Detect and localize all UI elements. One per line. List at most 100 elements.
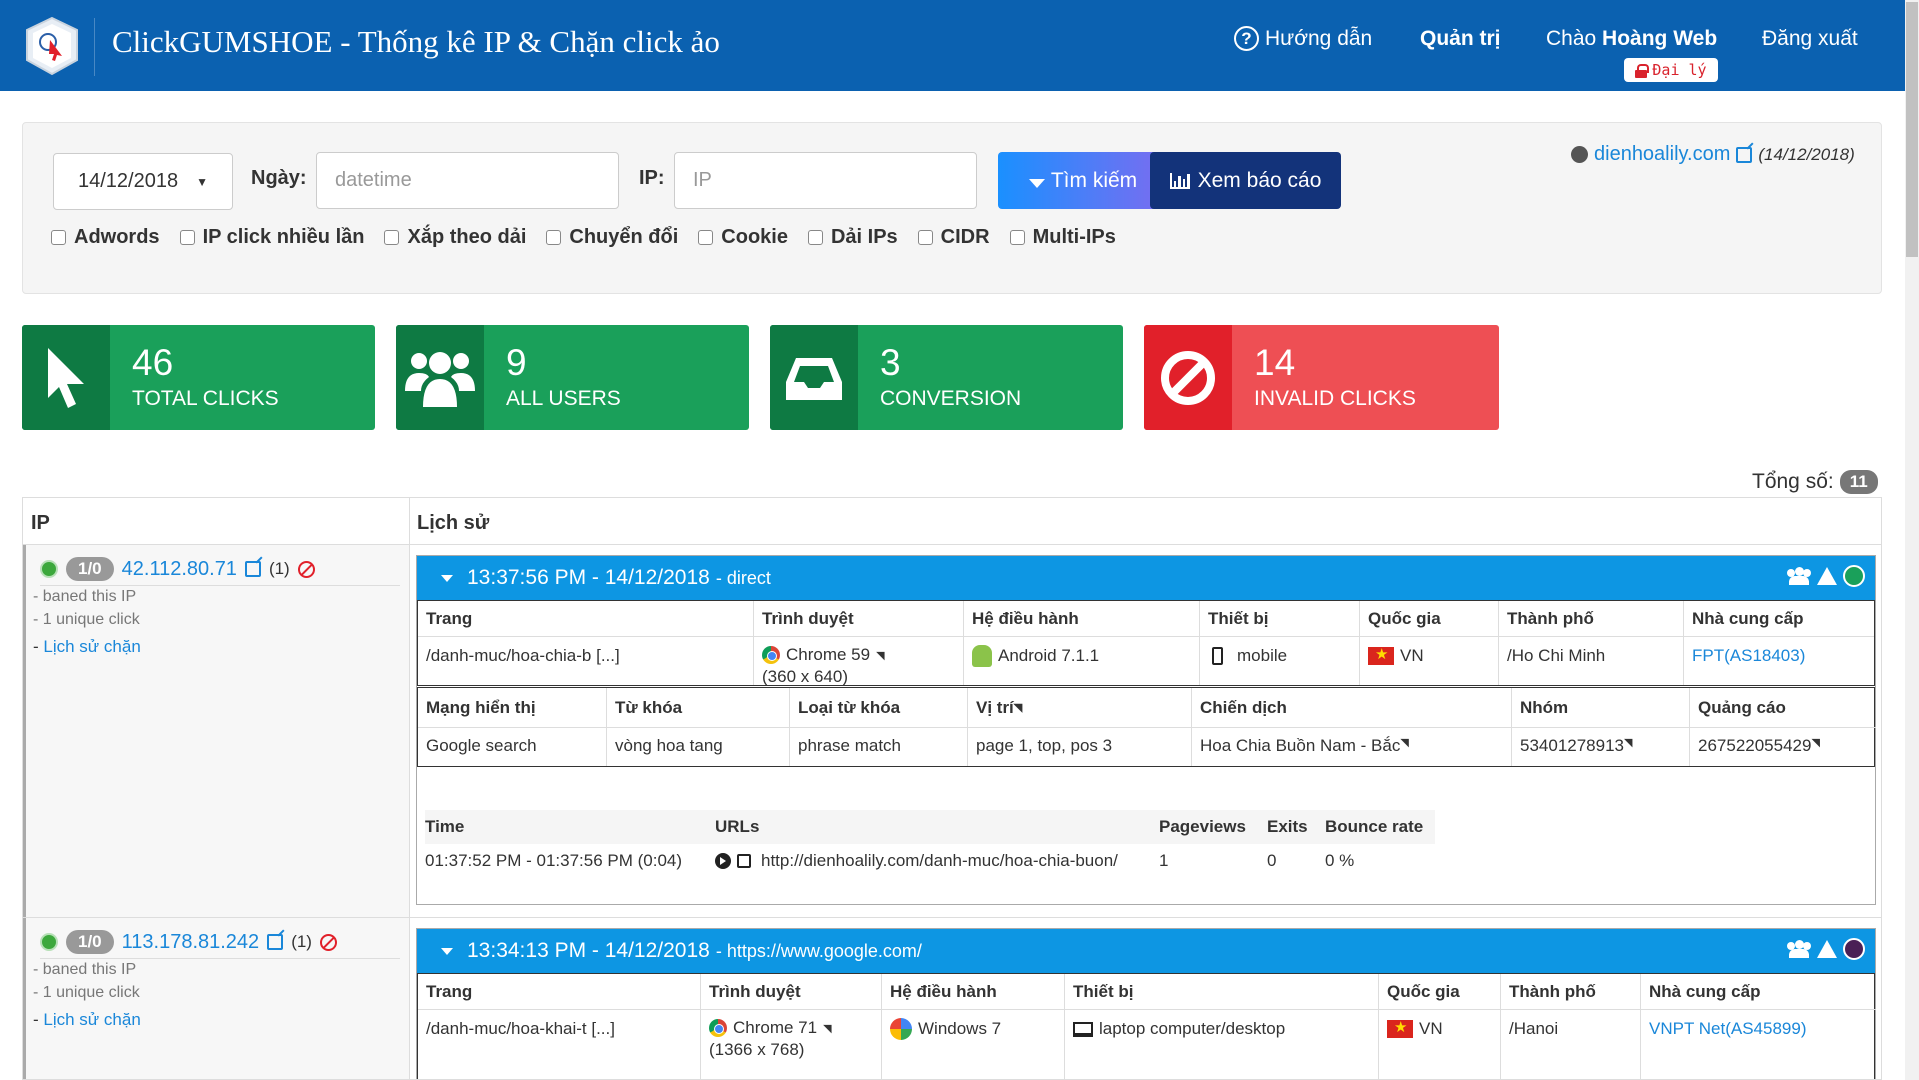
cell-city: /Ho Chi Minh (1498, 637, 1683, 685)
checkbox-box[interactable] (384, 230, 400, 245)
gumshoe-logo-icon[interactable] (24, 16, 80, 76)
page-scrollbar-thumb[interactable] (1906, 2, 1918, 257)
bar-chart-icon (1169, 172, 1190, 189)
stat-card-all-users[interactable]: 9 ALL USERS (396, 325, 749, 430)
stat-label: ALL USERS (506, 387, 621, 410)
ip-label: IP: (639, 167, 665, 189)
header-device: Thiết bị (1199, 601, 1359, 637)
android-icon (972, 645, 992, 667)
date-select[interactable]: 14/12/2018 ▼ (53, 153, 233, 210)
checkbox-ip-ranges[interactable]: Dải IPs (807, 226, 898, 249)
block-history-link[interactable]: Lịch sử chặn (43, 1010, 140, 1029)
checkbox-sort-range[interactable]: Xắp theo dải (384, 226, 526, 249)
block-history-link[interactable]: Lịch sử chặn (43, 637, 140, 656)
checkbox-box[interactable] (546, 230, 562, 245)
cell-isp-link[interactable]: FPT(AS18403) (1683, 637, 1874, 685)
current-site: dienhoalily.com (14/12/2018) (1571, 143, 1855, 166)
checkbox-box[interactable] (807, 230, 823, 245)
stat-card-total-clicks[interactable]: 46 TOTAL CLICKS (22, 325, 375, 430)
checkbox-multi-ips[interactable]: Multi-IPs (1009, 226, 1116, 249)
checkbox-box[interactable] (1009, 230, 1025, 245)
cell-device: laptop computer/desktop (1064, 1010, 1378, 1079)
nav-logout-link[interactable]: Đăng xuất (1762, 27, 1858, 51)
nav-user-greeting[interactable]: Chào Hoàng Web (1546, 27, 1717, 51)
cell-time: 01:37:52 PM - 01:37:56 PM (0:04) (425, 851, 683, 870)
online-status-dot (40, 933, 58, 951)
warning-icon[interactable] (1817, 567, 1837, 585)
corner-icon: ◥ (1811, 737, 1820, 749)
browser-resolution: (1366 x 768) (709, 1040, 805, 1059)
checkbox-adwords[interactable]: Adwords (51, 226, 160, 249)
column-header-ip: IP (31, 512, 50, 534)
view-report-button[interactable]: Xem báo cáo (1150, 152, 1341, 209)
arrow-right-circle-icon[interactable] (715, 853, 731, 869)
cell-isp-link[interactable]: VNPT Net(AS45899) (1640, 1010, 1876, 1079)
caret-down-icon[interactable] (441, 574, 453, 582)
stat-label: CONVERSION (880, 387, 1022, 410)
checkbox-ip-multi-click[interactable]: IP click nhiều lần (179, 226, 364, 249)
vietnam-flag-icon (1368, 645, 1394, 665)
session-header[interactable]: 13:37:56 PM - 14/12/2018 - direct (417, 556, 1875, 600)
corner-icon: ◥ (1624, 737, 1633, 749)
external-link-icon[interactable] (244, 561, 261, 577)
caret-down-icon[interactable] (441, 947, 453, 955)
url-text[interactable]: http://dienhoalily.com/danh-muc/hoa-chia… (761, 851, 1118, 871)
stat-label: TOTAL CLICKS (132, 387, 279, 410)
checkbox-box[interactable] (698, 230, 714, 245)
external-link-icon[interactable] (1736, 146, 1753, 163)
os-name: Android 7.1.1 (998, 646, 1100, 665)
checkbox-conversion[interactable]: Chuyển đổi (546, 226, 678, 249)
header-bounce-rate: Bounce rate (1325, 810, 1435, 844)
session-status-circle[interactable] (1843, 565, 1865, 587)
users-icon[interactable] (1787, 940, 1811, 958)
column-divider (409, 498, 410, 1079)
corner-icon: ◥ (876, 649, 885, 662)
session-icons (1787, 565, 1865, 587)
ip-address-link[interactable]: 113.178.81.242 (122, 931, 260, 954)
checkbox-cidr[interactable]: CIDR (917, 226, 990, 249)
checkbox-cookie[interactable]: Cookie (698, 226, 788, 249)
online-status-dot (40, 560, 58, 578)
users-icon[interactable] (1787, 567, 1811, 585)
agent-badge-label: Đại lý (1652, 61, 1707, 79)
checkbox-label: Multi-IPs (1032, 226, 1116, 248)
checkbox-box[interactable] (917, 230, 933, 245)
ip-note-banned: - baned this IP (33, 961, 137, 978)
warning-icon[interactable] (1817, 940, 1837, 958)
checkbox-box[interactable] (179, 230, 195, 245)
nav-admin-link[interactable]: Quản trị (1420, 27, 1501, 51)
session-status-circle[interactable] (1843, 938, 1865, 960)
checkbox-box[interactable] (51, 230, 66, 245)
filter-checkboxes: Adwords IP click nhiều lần Xắp theo dải … (51, 226, 1116, 249)
header-network: Mạng hiển thị (418, 688, 606, 728)
corner-icon: ◥ (1013, 702, 1023, 714)
stat-label: INVALID CLICKS (1254, 387, 1416, 410)
app-title[interactable]: ClickGUMSHOE - Thống kê IP & Chặn click … (112, 24, 720, 60)
ip-address-link[interactable]: 42.112.80.71 (122, 558, 237, 581)
external-link-icon[interactable] (267, 934, 284, 950)
stat-value: 46 (132, 342, 174, 383)
checkbox-label: Xắp theo dải (407, 226, 527, 248)
ip-input[interactable]: IP (674, 152, 977, 209)
block-history: - Lịch sử chặn (33, 1010, 141, 1030)
cell-bounce-rate: 0 % (1325, 851, 1355, 870)
site-link[interactable]: dienhoalily.com (1594, 143, 1730, 166)
urls-section: Time URLs Pageviews Exits Bounce rate 01… (417, 768, 1875, 904)
nav-help-link[interactable]: ? Hướng dẫn (1234, 26, 1372, 51)
cell-browser: Chrome 59 ◥ (360 x 640) (753, 637, 963, 685)
ban-icon[interactable] (297, 560, 315, 578)
stat-card-invalid-clicks[interactable]: 14 INVALID CLICKS (1144, 325, 1499, 430)
external-link-icon[interactable] (737, 854, 751, 868)
session-header[interactable]: 13:34:13 PM - 14/12/2018 - https://www.g… (417, 929, 1875, 973)
ip-line: 1/0 42.112.80.71 (1) (40, 557, 315, 581)
stat-card-conversion[interactable]: 3 CONVERSION (770, 325, 1123, 430)
ban-icon[interactable] (319, 933, 337, 951)
ngay-label: Ngày: (251, 167, 307, 189)
stat-value: 14 (1254, 342, 1296, 383)
datetime-input[interactable]: datetime (316, 152, 619, 209)
cell-city: /Hanoi (1500, 1010, 1640, 1079)
inbox-icon (770, 325, 858, 430)
block-history: - Lịch sử chặn (33, 637, 141, 657)
adgroup-id: 53401278913 (1520, 736, 1625, 755)
search-button[interactable]: Tìm kiếm (998, 152, 1168, 209)
